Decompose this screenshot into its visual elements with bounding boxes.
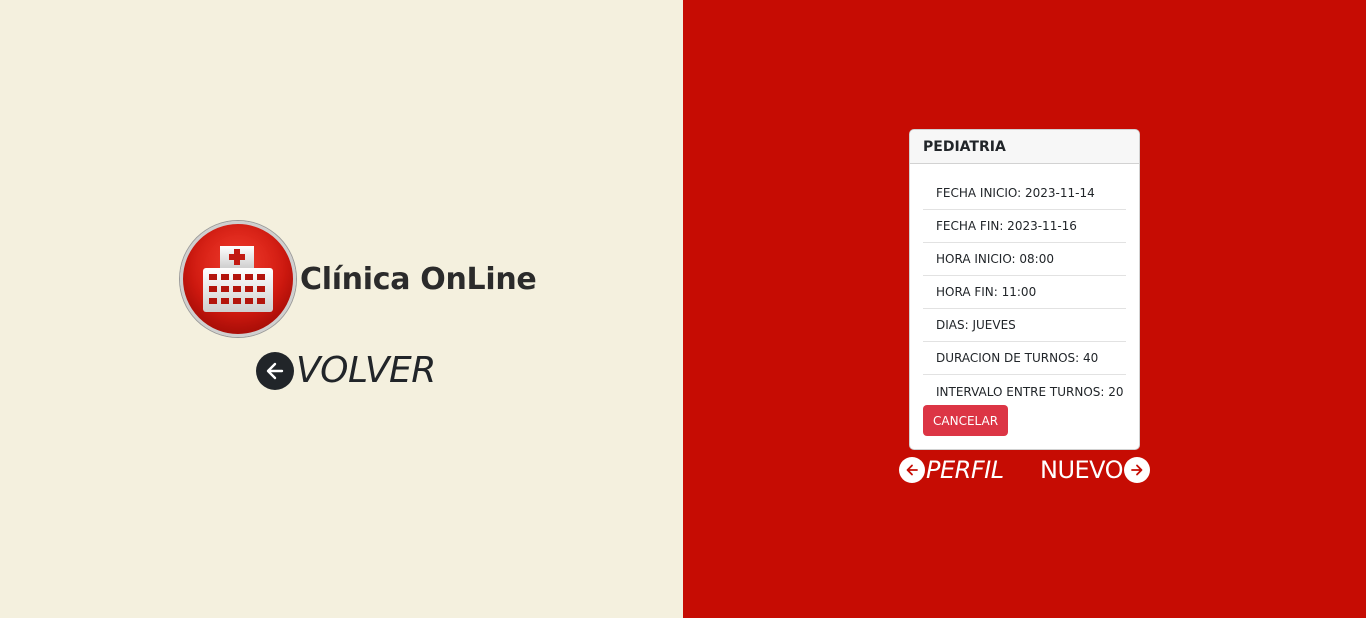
schedule-card: PEDIATRIA FECHA INICIO: 2023-11-14 FECHA… bbox=[909, 129, 1140, 450]
list-item-hora-inicio: HORA INICIO: 08:00 bbox=[923, 243, 1126, 276]
list-item-fecha-fin: FECHA FIN: 2023-11-16 bbox=[923, 210, 1126, 243]
volver-link[interactable]: VOLVER bbox=[256, 350, 436, 391]
schedule-details-list: FECHA INICIO: 2023-11-14 FECHA FIN: 2023… bbox=[923, 177, 1126, 408]
list-item-intervalo: INTERVALO ENTRE TURNOS: 20 bbox=[936, 384, 1124, 399]
volver-label[interactable]: VOLVER bbox=[296, 350, 436, 391]
arrow-left-circle-icon[interactable] bbox=[899, 457, 925, 483]
arrow-left-circle-icon[interactable] bbox=[256, 351, 294, 390]
brand: Clínica OnLine bbox=[180, 220, 537, 338]
list-item-hora-fin: HORA FIN: 11:00 bbox=[923, 276, 1126, 309]
nuevo-label[interactable]: NUEVO bbox=[1040, 456, 1124, 484]
nuevo-link[interactable]: NUEVO bbox=[1040, 456, 1151, 484]
arrow-right-circle-icon[interactable] bbox=[1124, 457, 1151, 483]
perfil-link[interactable]: PERFIL bbox=[899, 456, 1004, 484]
list-item-dias: DIAS: JUEVES bbox=[923, 309, 1126, 342]
cancel-button[interactable]: CANCELAR bbox=[923, 405, 1009, 436]
brand-name: Clínica OnLine bbox=[300, 261, 537, 297]
perfil-label[interactable]: PERFIL bbox=[926, 456, 1004, 484]
list-item-fecha-inicio: FECHA INICIO: 2023-11-14 bbox=[923, 177, 1126, 210]
hospital-logo-icon bbox=[180, 221, 296, 337]
card-title: PEDIATRIA bbox=[910, 130, 1139, 164]
list-item-duracion: DURACION DE TURNOS: 40 bbox=[923, 342, 1126, 375]
